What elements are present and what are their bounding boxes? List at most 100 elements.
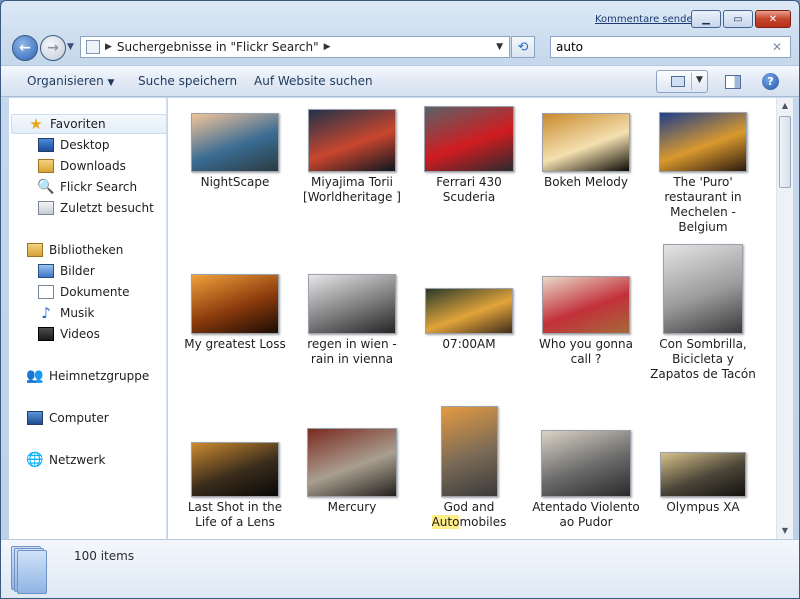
caption-buttons: ▁ ▭ ✕ (691, 10, 791, 28)
search-box[interactable]: ✕ (550, 36, 791, 58)
address-dropdown-icon[interactable]: ▼ (496, 42, 503, 52)
nav-documents[interactable]: Dokumente (9, 282, 130, 302)
list-item[interactable]: NightScape (180, 113, 290, 190)
change-view-button[interactable]: ▼ (656, 70, 708, 93)
item-label: Con Sombrilla, Bicicleta y Zapatos de Ta… (650, 337, 756, 381)
music-note-icon: ♪ (41, 304, 51, 322)
list-item[interactable]: 07:00AM (414, 288, 524, 352)
details-pane: 100 items (1, 539, 799, 598)
list-item[interactable]: God and Automobiles (414, 406, 524, 530)
image-thumbnail (307, 428, 397, 497)
item-label: God and Automobiles (414, 500, 524, 530)
search-input[interactable] (551, 37, 751, 57)
minimize-button[interactable]: ▁ (691, 10, 721, 28)
clear-search-icon[interactable]: ✕ (772, 40, 782, 54)
list-item[interactable]: My greatest Loss (180, 274, 290, 352)
item-label: Who you gonna call ? (538, 337, 633, 366)
search-website-button[interactable]: Auf Website suchen (254, 74, 373, 88)
item-label: Mercury (327, 500, 377, 514)
downloads-folder-icon (38, 159, 54, 173)
label-text: God and (443, 500, 495, 514)
send-comments-link[interactable]: Kommentare senden (595, 14, 699, 25)
forward-button[interactable]: → (40, 35, 66, 61)
list-item[interactable]: Miyajima Torii [Worldheritage ] (297, 109, 407, 205)
list-item[interactable]: Bokeh Melody (531, 113, 641, 190)
documents-icon (38, 285, 54, 299)
nav-flickr-search[interactable]: 🔍 Flickr Search (9, 177, 137, 197)
video-icon (38, 327, 54, 341)
nav-label: Dokumente (60, 285, 130, 299)
search-match-highlight: Auto (431, 515, 460, 529)
organize-menu[interactable]: Organisieren ▼ (27, 74, 114, 88)
nav-favorites[interactable]: ★ Favoriten (11, 114, 167, 134)
view-separator (691, 73, 692, 90)
nav-label: Desktop (60, 138, 110, 152)
command-bar: Organisieren ▼ Suche speichern Auf Websi… (1, 65, 799, 97)
list-item[interactable]: Ferrari 430 Scuderia (414, 106, 524, 205)
explorer-window: Kommentare senden ▁ ▭ ✕ ← → ▼ ▶ Sucherge… (0, 0, 800, 599)
organize-label: Organisieren (27, 74, 104, 88)
file-list-view[interactable]: NightScape Miyajima Torii [Worldheritage… (168, 98, 776, 539)
list-item[interactable]: Atentado Violento ao Pudor (531, 430, 641, 530)
homegroup-icon: 👥 (26, 368, 44, 384)
label-text: mobiles (459, 515, 507, 529)
libraries-icon (27, 243, 43, 257)
nav-computer[interactable]: Computer (9, 408, 109, 428)
view-options-dropdown[interactable]: ▼ (696, 75, 703, 85)
scroll-up-button[interactable]: ▲ (777, 98, 793, 114)
nav-pictures[interactable]: Bilder (9, 261, 95, 281)
image-thumbnail (424, 106, 514, 172)
star-icon: ★ (29, 115, 43, 133)
nav-videos[interactable]: Videos (9, 324, 100, 344)
nav-label: Heimnetzgruppe (49, 369, 150, 383)
nav-downloads[interactable]: Downloads (9, 156, 126, 176)
save-search-button[interactable]: Suche speichern (138, 74, 237, 88)
breadcrumb-arrow-icon[interactable]: ▶ (105, 42, 112, 52)
pictures-icon (38, 264, 54, 278)
nav-network[interactable]: 🌐 Netzwerk (9, 450, 105, 470)
item-label: Bokeh Melody (543, 175, 629, 189)
item-label: The 'Puro' restaurant in Mechelen - Belg… (664, 175, 742, 234)
list-item[interactable]: Mercury (297, 428, 407, 515)
nav-libraries[interactable]: Bibliotheken (9, 240, 123, 260)
nav-desktop[interactable]: Desktop (9, 135, 110, 155)
breadcrumb-path[interactable]: Suchergebnisse in "Flickr Search" (117, 40, 319, 54)
close-button[interactable]: ✕ (755, 10, 791, 28)
image-stack-icon (11, 546, 47, 594)
breadcrumb-arrow-icon[interactable]: ▶ (324, 42, 331, 52)
nav-music[interactable]: ♪ Musik (9, 303, 94, 323)
back-button[interactable]: ← (12, 35, 38, 61)
image-thumbnail (308, 109, 396, 172)
navigation-pane: ★ Favoriten Desktop Downloads 🔍 Flickr Sea… (9, 98, 167, 539)
maximize-button[interactable]: ▭ (723, 10, 753, 28)
nav-homegroup[interactable]: 👥 Heimnetzgruppe (9, 366, 149, 386)
nav-label: Favoriten (50, 117, 106, 131)
list-item[interactable]: Last Shot in the Life of a Lens (180, 442, 290, 530)
nav-label: Bibliotheken (49, 243, 124, 257)
search-folder-icon: 🔍 (37, 179, 55, 195)
nav-label: Bilder (60, 264, 95, 278)
recent-pages-dropdown[interactable]: ▼ (67, 42, 74, 52)
item-label: Atentado Violento ao Pudor (532, 500, 640, 529)
list-item[interactable]: Olympus XA (648, 452, 758, 515)
image-thumbnail (542, 276, 630, 334)
nav-label: Downloads (60, 159, 126, 173)
list-item[interactable]: Con Sombrilla, Bicicleta y Zapatos de Ta… (648, 244, 758, 382)
list-item[interactable]: The 'Puro' restaurant in Mechelen - Belg… (648, 112, 758, 235)
image-thumbnail (440, 406, 498, 497)
help-button[interactable]: ? (762, 73, 779, 90)
address-bar[interactable]: ▶ Suchergebnisse in "Flickr Search" ▶ ▼ (80, 36, 510, 58)
list-item[interactable]: Who you gonna call ? (531, 276, 641, 367)
preview-pane-button[interactable] (725, 75, 741, 89)
refresh-button[interactable]: ⟲ (511, 36, 535, 58)
scrollbar-thumb[interactable] (779, 116, 791, 188)
nav-label: Flickr Search (60, 180, 138, 194)
image-thumbnail (542, 113, 630, 172)
nav-label: Computer (49, 411, 109, 425)
nav-recent-places[interactable]: Zuletzt besucht (9, 198, 154, 218)
scroll-down-button[interactable]: ▼ (777, 523, 793, 539)
item-label: Ferrari 430 Scuderia (436, 175, 502, 204)
list-item[interactable]: regen in wien - rain in vienna (297, 274, 407, 367)
nav-label: Netzwerk (49, 453, 106, 467)
vertical-scrollbar[interactable]: ▲ ▼ (776, 98, 793, 539)
